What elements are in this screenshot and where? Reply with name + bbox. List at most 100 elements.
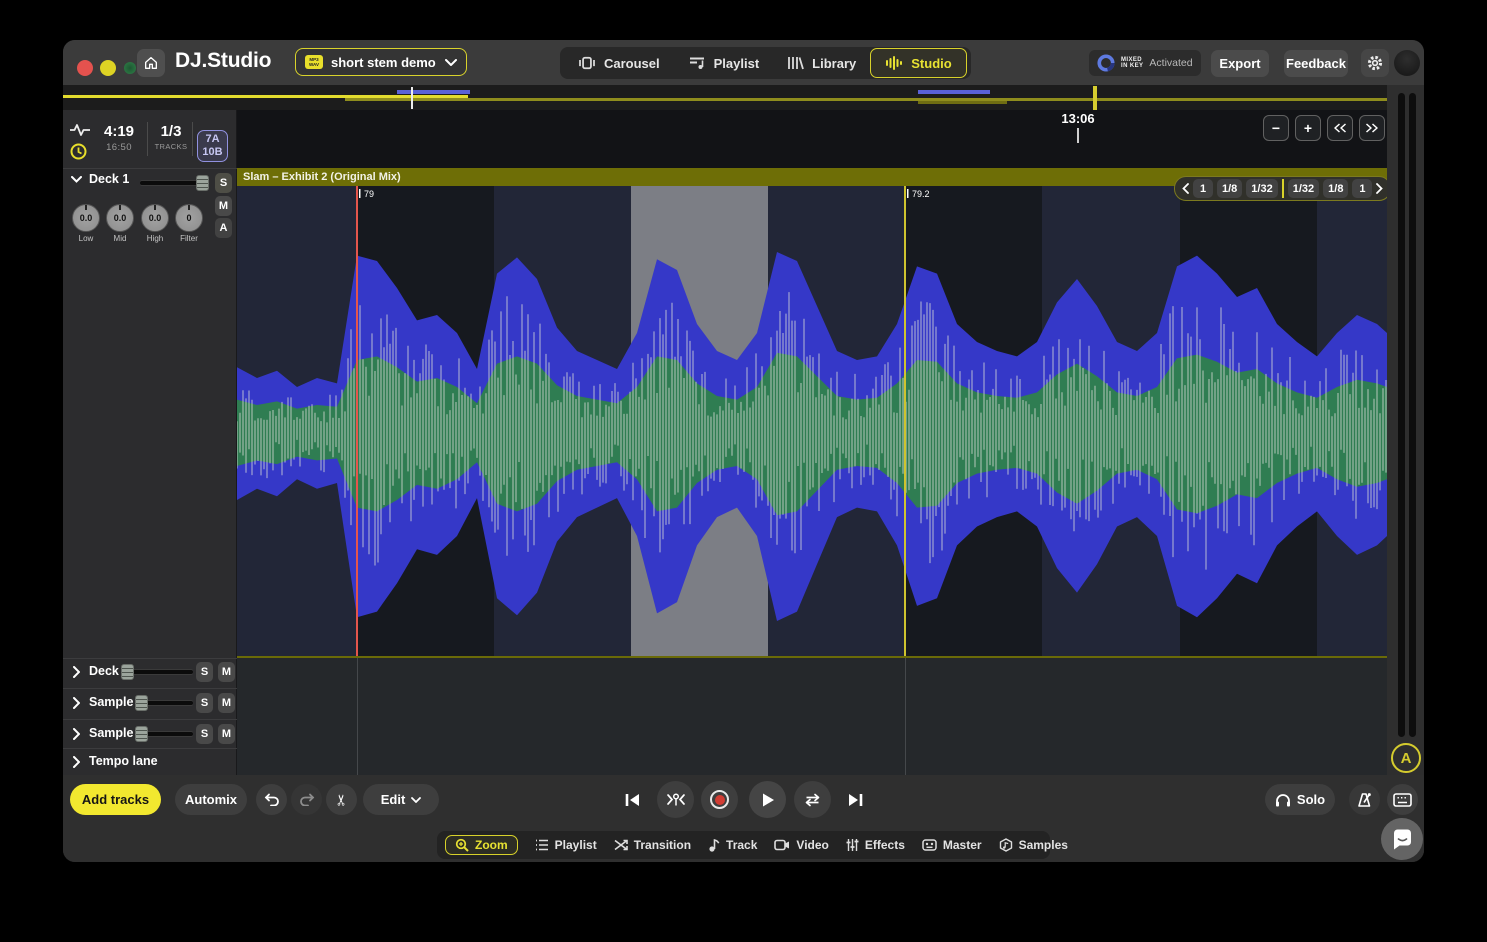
chevron-left-icon[interactable] (1182, 183, 1189, 194)
waveform-lane[interactable]: 7979.2 (237, 186, 1387, 658)
rewind-icon (1333, 123, 1347, 133)
tab-video[interactable]: Video (774, 838, 828, 852)
home-button[interactable] (137, 49, 165, 77)
app-logo: DJ.Studio (175, 49, 271, 73)
export-button[interactable]: Export (1211, 50, 1269, 77)
svg-text:79: 79 (364, 189, 374, 199)
knob-mid[interactable]: 0.0 Mid (106, 204, 134, 243)
minimap-strip[interactable] (63, 85, 1424, 110)
knob-filter[interactable]: 0 Filter (175, 204, 203, 243)
knob-high[interactable]: 0.0 High (141, 204, 169, 243)
deck1-mute-button[interactable]: M (215, 196, 232, 216)
redo-button[interactable] (291, 784, 322, 815)
zoom-window-button[interactable] (124, 62, 136, 74)
avatar[interactable] (1394, 50, 1420, 76)
deck2-solo-button[interactable]: S (196, 662, 213, 682)
loop-button[interactable] (794, 781, 831, 818)
beatgrid-divider (1282, 179, 1284, 198)
skip-to-end-button[interactable] (847, 792, 864, 808)
chat-bubble-icon (1391, 828, 1414, 851)
tab-samples[interactable]: Samples (999, 838, 1068, 852)
settings-button[interactable] (1361, 49, 1389, 77)
tab-playlist-bottom[interactable]: Playlist (535, 838, 597, 852)
clock-icon[interactable] (70, 143, 87, 160)
chevron-down-icon[interactable] (71, 176, 82, 183)
sample1-solo-button[interactable]: S (196, 693, 213, 713)
solo-button[interactable]: Solo (1265, 784, 1335, 815)
add-tracks-button[interactable]: Add tracks (70, 784, 161, 815)
tab-transition[interactable]: Transition (614, 838, 691, 852)
play-button[interactable] (749, 781, 786, 818)
automix-button[interactable]: Automix (175, 784, 247, 815)
zoom-out-button[interactable]: − (1263, 115, 1289, 141)
tab-effects[interactable]: Effects (846, 838, 905, 852)
edit-menu-button[interactable]: Edit (363, 784, 439, 815)
mixedinkey-status[interactable]: MIXEDIN KEY Activated (1089, 50, 1201, 76)
mixedinkey-logo-icon (1097, 54, 1115, 72)
deck1-auto-button[interactable]: A (215, 218, 232, 238)
feedback-button[interactable]: Feedback (1284, 50, 1348, 77)
beatgrid-option[interactable]: 1/8 (1217, 179, 1242, 198)
shortcuts-button[interactable] (1387, 784, 1418, 815)
key-display[interactable]: 7A10B (197, 130, 228, 162)
fast-forward-button[interactable] (1359, 115, 1385, 141)
tab-library[interactable]: Library (773, 49, 870, 77)
tab-studio[interactable]: Studio (870, 48, 966, 78)
record-button[interactable] (701, 781, 738, 818)
tab-label: Library (812, 56, 856, 71)
metronome-button[interactable] (1349, 784, 1380, 815)
track-counter: 1/3 (149, 123, 193, 140)
project-select[interactable]: MP3WAV short stem demo (295, 48, 467, 76)
support-chat-button[interactable] (1381, 818, 1423, 860)
mixedinkey-wordmark: MIXEDIN KEY (1121, 57, 1143, 70)
knob-label: Mid (106, 234, 134, 243)
minimap-loop-underline (918, 101, 1007, 104)
tab-playlist[interactable]: Playlist (674, 49, 774, 77)
beatgrid-option[interactable]: 1/32 (1288, 179, 1319, 198)
tab-track[interactable]: Track (708, 838, 757, 852)
chevron-right-icon[interactable] (73, 666, 80, 678)
knob-label: Low (72, 234, 100, 243)
rewind-button[interactable] (1327, 115, 1353, 141)
tab-master[interactable]: Master (922, 838, 982, 852)
split-button[interactable]: ✂ (326, 784, 357, 815)
loop-icon (803, 792, 822, 808)
knob-low[interactable]: 0.0 Low (72, 204, 100, 243)
minimap-progress-line (63, 95, 468, 98)
undo-button[interactable] (256, 784, 287, 815)
sample1-mute-button[interactable]: M (218, 693, 235, 713)
automix-badge[interactable]: A (1391, 743, 1421, 773)
tab-zoom[interactable]: Zoom (445, 835, 518, 855)
chevron-right-icon[interactable] (73, 728, 80, 740)
chevron-right-icon[interactable] (1376, 183, 1383, 194)
minimize-window-button[interactable] (100, 60, 116, 76)
deck2-mute-button[interactable]: M (218, 662, 235, 682)
close-window-button[interactable] (77, 60, 93, 76)
zoom-in-button[interactable]: + (1295, 115, 1321, 141)
waveform[interactable]: 7979.2 (237, 186, 1387, 656)
deck1-volume-handle[interactable] (196, 175, 209, 191)
master-fader-left[interactable] (1398, 93, 1405, 737)
beatgrid-option[interactable]: 1/8 (1323, 179, 1348, 198)
sample2-mute-button[interactable]: M (218, 724, 235, 744)
studio-icon (885, 56, 903, 70)
effects-icon (846, 838, 859, 852)
chevron-right-icon[interactable] (73, 756, 80, 768)
right-column: A (1387, 85, 1424, 775)
deck2-volume-handle[interactable] (121, 664, 134, 680)
beatgrid-option[interactable]: 1 (1193, 179, 1213, 198)
playlist-icon (688, 56, 706, 70)
skip-to-start-button[interactable] (624, 792, 641, 808)
tab-carousel[interactable]: Carousel (564, 49, 674, 77)
sample2-solo-button[interactable]: S (196, 724, 213, 744)
beatgrid-option[interactable]: 1/32 (1246, 179, 1277, 198)
chevron-right-icon[interactable] (73, 697, 80, 709)
session-total-time: 16:50 (93, 142, 145, 153)
beatgrid-option[interactable]: 1 (1352, 179, 1372, 198)
sample1-volume-handle[interactable] (135, 695, 148, 711)
sample2-volume-handle[interactable] (135, 726, 148, 742)
locate-playhead-button[interactable] (657, 781, 694, 818)
master-fader-right[interactable] (1409, 93, 1416, 737)
deck1-solo-button[interactable]: S (215, 173, 232, 193)
bottom-bar: Add tracks Automix ✂ Edit Solo Zoom Play… (63, 775, 1424, 862)
